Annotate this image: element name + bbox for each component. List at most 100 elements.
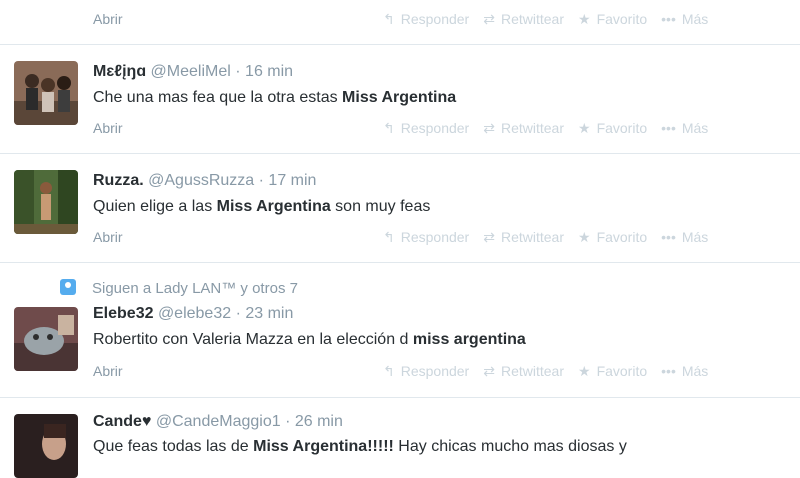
more-label: Más (681, 11, 709, 27)
tweet-keyword: miss argentina (412, 331, 526, 348)
tweet-keyword: Miss Argentina!!!!! (253, 438, 394, 455)
timestamp[interactable]: 26 min (295, 413, 343, 430)
retweet-label: Retwittear (500, 229, 564, 245)
star-icon: ★ (578, 229, 591, 245)
retweet-button[interactable]: ⇄ Retwittear (483, 363, 564, 380)
social-context-text: Siguen a Lady LAN™ y otros 7 (92, 280, 298, 297)
tweet-text-part: Robertito con Valeria Mazza en la elecci… (93, 331, 413, 348)
retweet-button[interactable]: ⇄ Retwittear (483, 120, 564, 137)
star-icon: ★ (578, 120, 591, 136)
reply-arrow-icon: ↰ (383, 363, 395, 379)
user-name[interactable]: Mɛℓįŋɑ (93, 63, 146, 80)
tweet-header: Cande♥ @CandeMaggio1 · 26 min (93, 413, 343, 431)
tweet-text-part: Hay chicas mucho mas diosas y (393, 438, 627, 455)
tweet-header: Elebe32 @elebe32 · 23 min (93, 305, 293, 323)
tweet-text-part: Quien elige a las (93, 198, 217, 215)
more-button[interactable]: ••• Más (661, 120, 708, 136)
retweet-button[interactable]: ⇄ Retwittear (483, 11, 564, 28)
retweet-label: Retwittear (500, 363, 564, 379)
open-link[interactable]: Abrir (93, 363, 123, 379)
avatar[interactable] (14, 414, 78, 478)
tweet-actions: ↰ Responder ⇄ Retwittear ★ Favorito ••• Más (383, 229, 722, 246)
timestamp[interactable]: 17 min (268, 172, 316, 189)
tweet-text: Robertito con Valeria Mazza en la elecci… (93, 331, 526, 349)
tweet-text-part: Che una mas fea que la otra estas (93, 89, 343, 106)
tweet-text: Quien elige a las Miss Argentina son muy… (93, 198, 430, 216)
retweet-icon: ⇄ (483, 229, 495, 245)
star-icon: ★ (578, 11, 591, 27)
reply-arrow-icon: ↰ (383, 11, 395, 27)
retweet-icon: ⇄ (483, 120, 495, 136)
more-dots-icon: ••• (661, 229, 676, 245)
reply-arrow-icon: ↰ (383, 229, 395, 245)
tweet-text: Che una mas fea que la otra estas Miss A… (93, 89, 456, 107)
separator-dot: · (235, 63, 241, 80)
tweet-header: Ruzza. @AgussRuzza · 17 min (93, 172, 316, 190)
more-button[interactable]: ••• Más (661, 363, 708, 379)
reply-button[interactable]: ↰ Responder (383, 120, 469, 137)
reply-label: Responder (400, 11, 470, 27)
more-label: Más (681, 229, 709, 245)
separator-dot: · (235, 305, 241, 322)
tweet-actions: ↰ Responder ⇄ Retwittear ★ Favorito ••• Más (383, 11, 722, 28)
tweet-text-part: Que feas todas las de (93, 438, 254, 455)
favorite-button[interactable]: ★ Favorito (578, 363, 647, 380)
timestamp[interactable]: 16 min (245, 63, 293, 80)
more-label: Más (681, 363, 709, 379)
user-handle[interactable]: @AgussRuzza (148, 172, 254, 189)
retweet-icon: ⇄ (483, 363, 495, 379)
reply-label: Responder (400, 363, 470, 379)
open-link[interactable]: Abrir (93, 11, 123, 27)
user-handle[interactable]: @elebe32 (158, 305, 231, 322)
more-dots-icon: ••• (661, 363, 676, 379)
tweet-actions: ↰ Responder ⇄ Retwittear ★ Favorito ••• Más (383, 363, 722, 380)
avatar[interactable] (14, 170, 78, 234)
follow-user-icon (60, 279, 76, 295)
tweet-text-part: son muy feas (330, 198, 431, 215)
more-button[interactable]: ••• Más (661, 229, 708, 245)
reply-label: Responder (400, 120, 470, 136)
star-icon: ★ (578, 363, 591, 379)
open-link[interactable]: Abrir (93, 120, 123, 136)
tweet-item[interactable]: Mɛℓįŋɑ @MeeliMel · 16 min Che una mas fe… (0, 45, 800, 154)
user-name[interactable]: Elebe32 (93, 305, 153, 322)
more-dots-icon: ••• (661, 120, 676, 136)
reply-button[interactable]: ↰ Responder (383, 229, 469, 246)
tweet-keyword: Miss Argentina (216, 198, 331, 215)
tweet-item[interactable]: Cande♥ @CandeMaggio1 · 26 min Que feas t… (0, 398, 800, 478)
tweet-partial-top: Abrir ↰ Responder ⇄ Retwittear ★ Favorito ••• M… (0, 0, 800, 45)
tweet-keyword: Miss Argentina (342, 89, 457, 106)
avatar[interactable] (14, 307, 78, 371)
user-handle[interactable]: @CandeMaggio1 (156, 413, 281, 430)
tweet-actions: ↰ Responder ⇄ Retwittear ★ Favorito ••• Más (383, 120, 722, 137)
social-context[interactable]: Siguen a Lady LAN™ y otros 7 (60, 279, 298, 297)
retweet-button[interactable]: ⇄ Retwittear (483, 229, 564, 246)
tweet-text: Que feas todas las de Miss Argentina!!!!… (93, 438, 627, 456)
retweet-icon: ⇄ (483, 11, 495, 27)
separator-dot: · (285, 413, 291, 430)
favorite-label: Favorito (596, 11, 648, 27)
reply-label: Responder (400, 229, 470, 245)
favorite-button[interactable]: ★ Favorito (578, 229, 647, 246)
retweet-label: Retwittear (500, 11, 564, 27)
favorite-button[interactable]: ★ Favorito (578, 120, 647, 137)
reply-button[interactable]: ↰ Responder (383, 363, 469, 380)
user-name[interactable]: Cande♥ (93, 413, 151, 430)
favorite-button[interactable]: ★ Favorito (578, 11, 647, 28)
retweet-label: Retwittear (500, 120, 564, 136)
separator-dot: · (258, 172, 264, 189)
reply-arrow-icon: ↰ (383, 120, 395, 136)
avatar[interactable] (14, 61, 78, 125)
more-button[interactable]: ••• Más (661, 11, 708, 27)
tweet-item[interactable]: Siguen a Lady LAN™ y otros 7 Elebe32 @el… (0, 263, 800, 398)
timestamp[interactable]: 23 min (245, 305, 293, 322)
tweet-item[interactable]: Ruzza. @AgussRuzza · 17 min Quien elige … (0, 154, 800, 263)
user-handle[interactable]: @MeeliMel (151, 63, 231, 80)
open-link[interactable]: Abrir (93, 229, 123, 245)
user-name[interactable]: Ruzza. (93, 172, 144, 189)
reply-button[interactable]: ↰ Responder (383, 11, 469, 28)
favorite-label: Favorito (596, 363, 648, 379)
favorite-label: Favorito (596, 229, 648, 245)
tweet-header: Mɛℓįŋɑ @MeeliMel · 16 min (93, 63, 293, 81)
favorite-label: Favorito (596, 120, 648, 136)
